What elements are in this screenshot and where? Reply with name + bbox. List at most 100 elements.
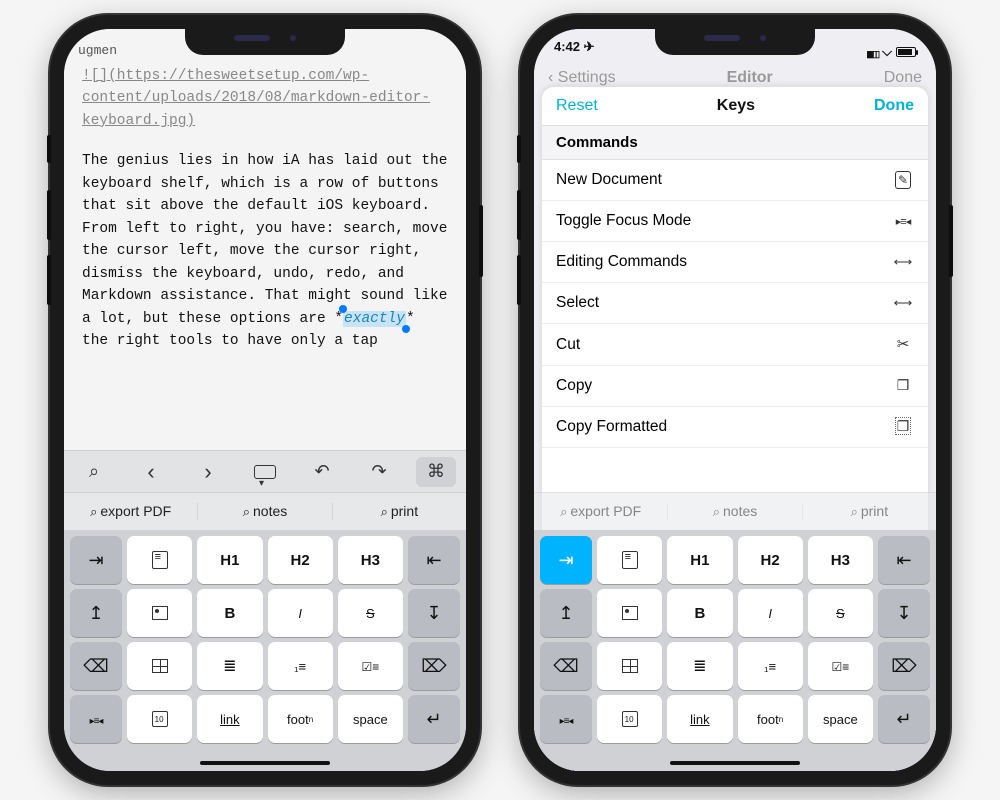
dismiss-keyboard-icon[interactable] bbox=[245, 457, 285, 487]
key-scroll-top[interactable] bbox=[540, 589, 592, 637]
copyfmt-icon bbox=[892, 418, 914, 436]
key-space[interactable]: space bbox=[808, 695, 873, 743]
command-row-copy[interactable]: Copy bbox=[542, 366, 928, 407]
reset-button[interactable]: Reset bbox=[556, 97, 598, 115]
command-row-cut[interactable]: Cut bbox=[542, 324, 928, 366]
key-scroll-bottom[interactable] bbox=[408, 589, 460, 637]
key-numbered-list[interactable] bbox=[268, 642, 333, 690]
command-row-editing-commands[interactable]: Editing Commands bbox=[542, 242, 928, 283]
undo-icon[interactable] bbox=[302, 457, 342, 487]
command-icon[interactable] bbox=[416, 457, 456, 487]
command-label: Cut bbox=[556, 336, 580, 354]
markdown-image-link[interactable]: ![](https://thesweetsetup.com/wp-content… bbox=[82, 65, 448, 132]
search-icon[interactable] bbox=[74, 457, 114, 487]
edit-icon bbox=[892, 253, 914, 271]
key-bullet-list[interactable] bbox=[197, 642, 262, 690]
cursor-right-icon[interactable] bbox=[188, 457, 228, 487]
key-indent[interactable] bbox=[70, 536, 122, 584]
suggestion-row-right: export PDF notes print bbox=[534, 492, 936, 530]
key-table[interactable] bbox=[127, 642, 192, 690]
key-h2[interactable]: H2 bbox=[268, 536, 333, 584]
key-table[interactable] bbox=[597, 642, 662, 690]
key-delete-right[interactable] bbox=[408, 642, 460, 690]
command-row-new-document[interactable]: New Document bbox=[542, 160, 928, 201]
status-icons: ⌵ bbox=[866, 39, 916, 65]
key-strike[interactable]: S bbox=[808, 589, 873, 637]
command-row-toggle-focus-mode[interactable]: Toggle Focus Mode bbox=[542, 201, 928, 242]
home-indicator[interactable] bbox=[670, 761, 800, 765]
key-h1[interactable]: H1 bbox=[197, 536, 262, 584]
focus-icon bbox=[892, 212, 914, 230]
command-label: Select bbox=[556, 294, 599, 312]
key-delete-left[interactable] bbox=[540, 642, 592, 690]
key-date[interactable] bbox=[127, 695, 192, 743]
key-image[interactable] bbox=[597, 589, 662, 637]
custom-key-grid-right: H1 H2 H3 B I S link footn bbox=[534, 530, 936, 771]
editor-textarea[interactable]: ugmen ![](https://thesweetsetup.com/wp-c… bbox=[64, 29, 466, 450]
key-scroll-bottom[interactable] bbox=[878, 589, 930, 637]
command-list: New Document Toggle Focus Mode Editing Com… bbox=[542, 160, 928, 448]
key-delete-left[interactable] bbox=[70, 642, 122, 690]
home-indicator[interactable] bbox=[200, 761, 330, 765]
key-return[interactable] bbox=[408, 695, 460, 743]
command-label: Editing Commands bbox=[556, 253, 687, 271]
key-task-list[interactable] bbox=[338, 642, 403, 690]
suggestion-export-pdf[interactable]: export PDF bbox=[534, 503, 668, 520]
key-indent[interactable] bbox=[540, 536, 592, 584]
command-label: Copy bbox=[556, 377, 592, 395]
command-label: New Document bbox=[556, 171, 662, 189]
key-delete-right[interactable] bbox=[878, 642, 930, 690]
command-label: Copy Formatted bbox=[556, 418, 667, 436]
battery-icon bbox=[896, 47, 916, 57]
key-image[interactable] bbox=[127, 589, 192, 637]
redo-icon[interactable] bbox=[359, 457, 399, 487]
key-bullet-list[interactable] bbox=[667, 642, 732, 690]
key-return[interactable] bbox=[878, 695, 930, 743]
back-settings[interactable]: ‹ Settings bbox=[548, 69, 616, 87]
suggestion-print[interactable]: print bbox=[333, 503, 466, 520]
key-bold[interactable]: B bbox=[197, 589, 262, 637]
suggestion-notes[interactable]: notes bbox=[668, 503, 802, 520]
key-h3[interactable]: H3 bbox=[808, 536, 873, 584]
key-space[interactable]: space bbox=[338, 695, 403, 743]
key-task-list[interactable] bbox=[808, 642, 873, 690]
key-outdent[interactable] bbox=[878, 536, 930, 584]
key-scroll-top[interactable] bbox=[70, 589, 122, 637]
key-h2[interactable]: H2 bbox=[738, 536, 803, 584]
suggestion-row: export PDF notes print bbox=[64, 492, 466, 530]
background-done[interactable]: Done bbox=[884, 69, 922, 87]
cursor-left-icon[interactable] bbox=[131, 457, 171, 487]
keyboard-shelf bbox=[64, 450, 466, 492]
suggestion-export-pdf[interactable]: export PDF bbox=[64, 503, 198, 520]
key-strike[interactable]: S bbox=[338, 589, 403, 637]
key-footnote[interactable]: footn bbox=[268, 695, 333, 743]
key-document[interactable] bbox=[127, 536, 192, 584]
key-focus-mode[interactable] bbox=[540, 695, 592, 743]
custom-key-grid: H1 H2 H3 B I S link footn space bbox=[64, 530, 466, 771]
key-outdent[interactable] bbox=[408, 536, 460, 584]
key-focus-mode[interactable] bbox=[70, 695, 122, 743]
key-bold[interactable]: B bbox=[667, 589, 732, 637]
signal-icon bbox=[866, 45, 878, 60]
key-h3[interactable]: H3 bbox=[338, 536, 403, 584]
command-row-copy-formatted[interactable]: Copy Formatted bbox=[542, 407, 928, 448]
key-italic[interactable]: I bbox=[268, 589, 333, 637]
suggestion-notes[interactable]: notes bbox=[198, 503, 332, 520]
section-commands: Commands bbox=[542, 125, 928, 160]
key-footnote[interactable]: footn bbox=[738, 695, 803, 743]
key-link[interactable]: link bbox=[197, 695, 262, 743]
key-h1[interactable]: H1 bbox=[667, 536, 732, 584]
newdoc-icon bbox=[892, 171, 914, 189]
selected-word[interactable]: exactly bbox=[343, 311, 406, 327]
background-title: Editor bbox=[727, 69, 773, 87]
key-date[interactable] bbox=[597, 695, 662, 743]
key-document[interactable] bbox=[597, 536, 662, 584]
done-button[interactable]: Done bbox=[874, 97, 914, 115]
command-row-select[interactable]: Select bbox=[542, 283, 928, 324]
suggestion-print[interactable]: print bbox=[803, 503, 936, 520]
truncated-heading: ugmen bbox=[78, 41, 117, 61]
key-italic[interactable]: I bbox=[738, 589, 803, 637]
key-link[interactable]: link bbox=[667, 695, 732, 743]
key-numbered-list[interactable] bbox=[738, 642, 803, 690]
cut-icon bbox=[892, 335, 914, 354]
